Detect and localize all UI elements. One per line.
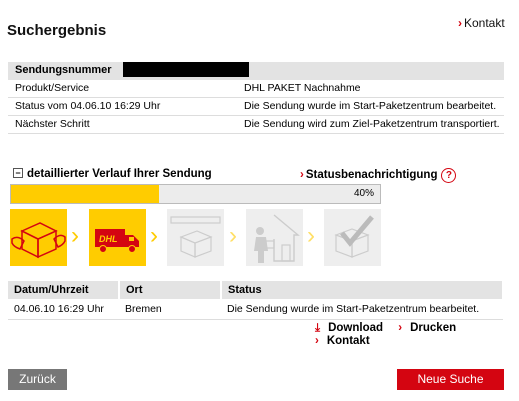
help-icon[interactable]: ? [441,168,457,183]
info-value: Die Sendung wird zum Ziel-Paketzentrum t… [237,115,504,134]
arrow-right-icon: › [398,322,403,334]
info-value: DHL PAKET Nachnahme [237,80,504,98]
chevron-right-icon: › [229,222,237,249]
column-header: Ort [119,281,222,299]
info-key: Produkt/Service [8,80,237,98]
new-search-button[interactable]: Neue Suche [397,369,504,390]
arrow-right-icon: › [458,16,462,30]
info-row: Status vom 04.06.10 16:29 Uhr Die Sendun… [8,97,504,116]
back-button[interactable]: Zurück [8,369,67,390]
dhl-truck-icon: DHL [89,209,146,266]
package-center-icon [167,209,224,266]
page-title: Suchergebnis [7,22,107,39]
package-handover-icon [10,209,67,266]
chevron-right-icon: › [150,222,158,249]
delivery-house-icon [246,209,303,266]
progress-fill [11,185,159,203]
arrow-right-icon: › [315,335,319,347]
details-toggle-label[interactable]: detaillierter Verlauf Ihrer Sendung [27,168,212,180]
history-status: Die Sendung wurde im Start-Paketzentrum … [221,299,503,320]
info-key: Nächster Schritt [8,115,237,134]
download-icon: ⤓ [315,322,321,334]
info-value: Die Sendung wurde im Start-Paketzentrum … [237,97,504,116]
info-row: Produkt/Service DHL PAKET Nachnahme [8,80,504,98]
details-toggle[interactable]: − detaillierter Verlauf Ihrer Sendung [13,168,212,180]
progress-percent: 40% [353,188,374,199]
kontakt-link-label[interactable]: Kontakt [464,16,505,30]
arrow-right-icon: › [300,169,304,181]
print-link[interactable]: › Drucken [392,322,456,334]
delivered-check-icon [324,209,381,266]
shipment-info-table: Produkt/Service DHL PAKET Nachnahme Stat… [8,80,504,134]
table-row: 04.06.10 16:29 Uhr Bremen Die Sendung wu… [8,299,503,320]
shipment-number-redacted [123,62,249,77]
column-header: Status [221,281,504,299]
action-links: ⤓ Download › Drucken › Kontakt [303,322,519,347]
download-label[interactable]: Download [328,322,383,334]
info-key: Status vom 04.06.10 16:29 Uhr [8,97,237,116]
column-header: Datum/Uhrzeit [8,281,120,299]
download-link[interactable]: ⤓ Download [309,322,383,334]
kontakt-link[interactable]: › Kontakt [458,16,505,30]
svg-text:DHL: DHL [99,234,118,244]
history-place: Bremen [119,299,221,320]
progress-bar: 40% [10,184,381,204]
contact-label[interactable]: Kontakt [327,335,370,347]
history-date: 04.06.10 16:29 Uhr [8,299,119,320]
contact-link[interactable]: › Kontakt [309,335,370,347]
info-row: Nächster Schritt Die Sendung wird zum Zi… [8,115,504,134]
print-label[interactable]: Drucken [410,322,456,334]
chevron-right-icon: › [71,222,79,249]
status-notification-link[interactable]: › Statusbenachrichtigung? [300,168,457,183]
history-table: Datum/Uhrzeit Ort Status 04.06.10 16:29 … [8,281,504,320]
status-notification-label[interactable]: Statusbenachrichtigung [306,169,438,181]
chevron-right-icon: › [307,222,315,249]
history-header: Datum/Uhrzeit Ort Status [8,281,504,299]
collapse-icon[interactable]: − [13,168,23,178]
shipment-number-label: Sendungsnummer [15,64,112,76]
